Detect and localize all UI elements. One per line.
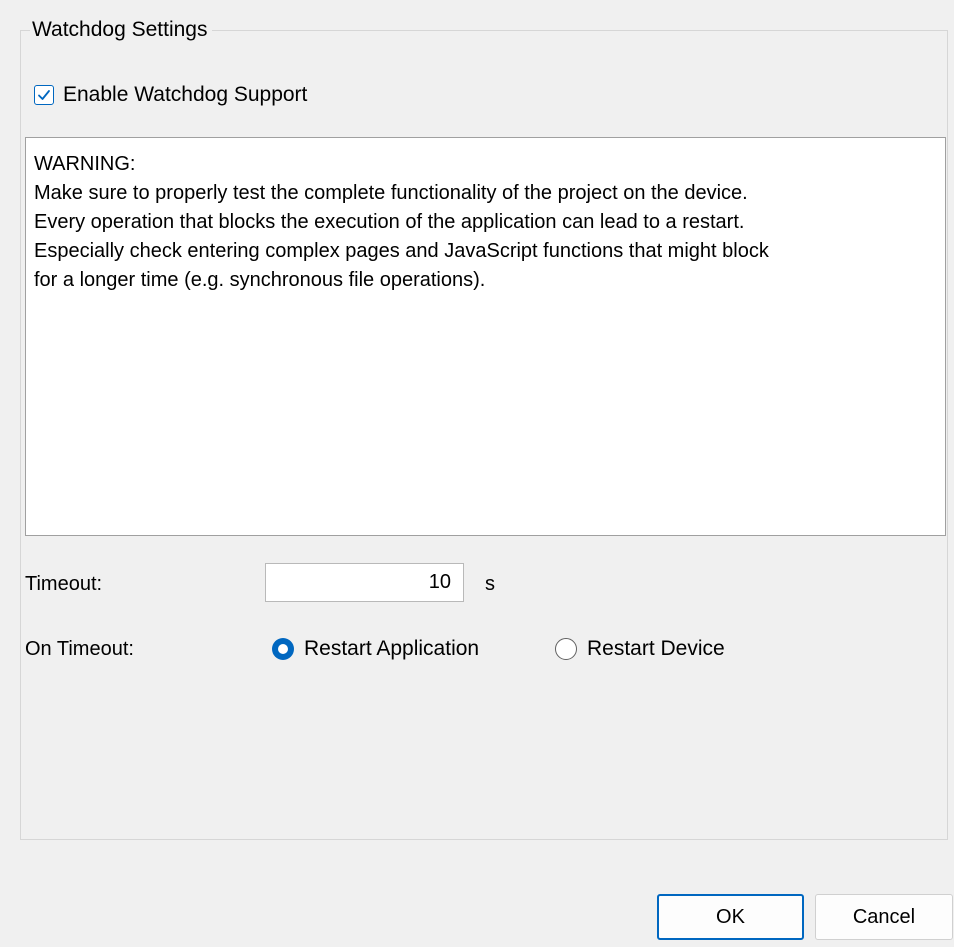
watchdog-settings-dialog: Watchdog Settings Enable Watchdog Suppor… — [0, 0, 954, 947]
restart-application-radio[interactable]: Restart Application — [272, 636, 479, 662]
radio-selected-icon[interactable] — [272, 638, 294, 660]
enable-watchdog-label: Enable Watchdog Support — [63, 83, 308, 106]
warning-line: Especially check entering complex pages … — [34, 240, 769, 262]
warning-line: Make sure to properly test the complete … — [34, 182, 748, 204]
timeout-label: Timeout: — [25, 573, 103, 595]
warning-line: WARNING: — [34, 153, 136, 175]
radio-unselected-icon[interactable] — [555, 638, 577, 660]
restart-device-label: Restart Device — [587, 637, 725, 660]
restart-device-radio[interactable]: Restart Device — [555, 636, 725, 662]
timeout-input[interactable]: 10 — [265, 563, 464, 602]
warning-line: Every operation that blocks the executio… — [34, 211, 745, 233]
cancel-button[interactable]: Cancel — [815, 894, 953, 940]
warning-text-area[interactable]: WARNING: Make sure to properly test the … — [25, 137, 946, 536]
on-timeout-label: On Timeout: — [25, 638, 134, 660]
group-title: Watchdog Settings — [30, 18, 212, 42]
checkbox-checked-icon[interactable] — [34, 85, 54, 105]
enable-watchdog-checkbox[interactable]: Enable Watchdog Support — [34, 82, 307, 108]
timeout-unit-label: s — [485, 573, 495, 595]
ok-button[interactable]: OK — [657, 894, 804, 940]
restart-application-label: Restart Application — [304, 637, 480, 660]
warning-line: for a longer time (e.g. synchronous file… — [34, 269, 486, 291]
